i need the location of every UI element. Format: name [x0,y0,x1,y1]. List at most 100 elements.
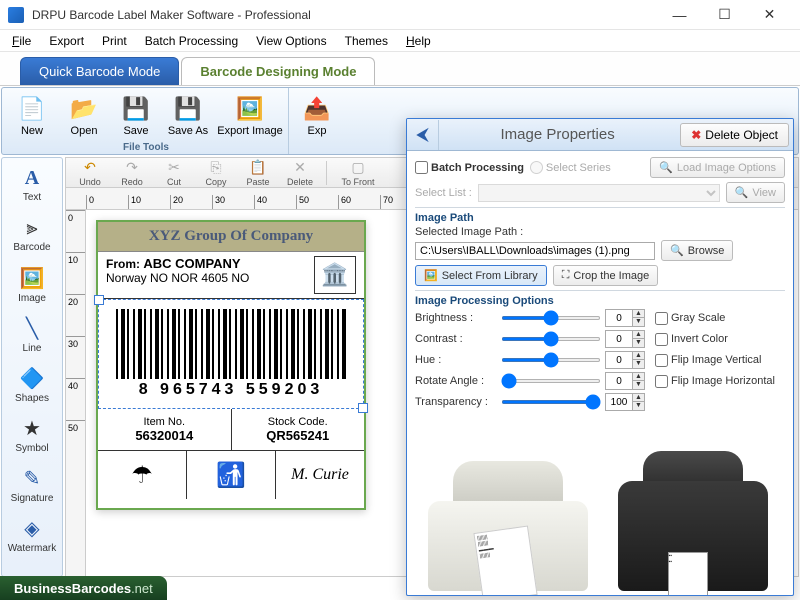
shapes-icon: 🔷 [20,366,45,391]
export-icon: 📤 [303,95,331,123]
transparency-label: Transparency : [415,396,497,408]
crop-image-button[interactable]: ⛶ Crop the Image [553,265,659,286]
line-icon: ╲ [26,316,38,341]
paste-icon: 📋 [249,159,266,176]
brand-footer: BusinessBarcodes.net [0,576,167,600]
export-button[interactable]: 📤Exp [291,91,343,151]
hue-slider[interactable] [501,358,601,362]
view-button: 🔍View [726,182,785,203]
tool-text[interactable]: AText [3,160,61,210]
menu-themes[interactable]: Themes [337,32,396,50]
hue-label: Hue : [415,354,497,366]
copy-button[interactable]: ⎘Copy [196,159,236,187]
tool-image[interactable]: 🖼️Image [3,260,61,310]
menu-batch[interactable]: Batch Processing [137,32,246,50]
tool-signature[interactable]: ✎Signature [3,460,61,510]
transparency-slider[interactable] [501,400,601,404]
label-preview[interactable]: XYZ Group Of Company From: ABC COMPANY N… [96,220,366,510]
from-company: ABC COMPANY [143,256,240,271]
printer-illustration: ||||||||||||||||▬▬▬|||||||| ▪▪▪▪ [415,431,785,591]
tool-barcode[interactable]: ⫸Barcode [3,210,61,260]
text-icon: A [25,167,39,190]
symbol-icon: ★ [23,416,41,441]
new-file-icon: 📄 [18,95,46,123]
brightness-slider[interactable] [501,316,601,320]
menu-bar: File Export Print Batch Processing View … [0,30,800,52]
maximize-button[interactable]: ☐ [702,1,747,29]
menu-view[interactable]: View Options [248,32,334,50]
flip-horizontal-checkbox[interactable]: Flip Image Horizontal [655,375,775,388]
brightness-label: Brightness : [415,312,497,324]
paste-button[interactable]: 📋Paste [238,159,278,187]
contrast-label: Contrast : [415,333,497,345]
delete-object-button[interactable]: ✖Delete Object [680,123,789,147]
save-icon: 💾 [122,95,150,123]
tool-symbol[interactable]: ★Symbol [3,410,61,460]
delete-button[interactable]: ✕Delete [280,159,320,187]
stock-code-cell: Stock Code.QR565241 [232,409,365,450]
from-address: Norway NO NOR 4605 NO [106,271,249,285]
undo-icon: ↶ [84,159,96,176]
select-from-library-button[interactable]: 🖼️ Select From Library [415,265,547,286]
house-icon: 🏛️ [314,256,356,294]
signature-icon: ✎ [24,466,41,491]
select-list-dropdown [478,184,720,202]
minimize-button[interactable]: — [657,1,702,29]
delete-icon: ✕ [294,159,306,176]
undo-button[interactable]: ↶Undo [70,159,110,187]
image-icon: 🖼️ [20,266,45,291]
load-image-options-button: 🔍 Load Image Options [650,157,785,178]
dispose-symbol: 🚮 [187,451,276,499]
rotate-slider[interactable] [501,379,601,383]
tool-line[interactable]: ╲Line [3,310,61,360]
menu-export[interactable]: Export [41,32,92,50]
contrast-spinner[interactable]: ▲▼ [605,330,645,348]
ruler-vertical: 01020304050 [66,210,86,576]
menu-file[interactable]: File [4,32,39,50]
barcode-bars [116,309,346,379]
tab-quick-barcode[interactable]: Quick Barcode Mode [20,57,179,85]
selected-path-label: Selected Image Path : [415,226,785,238]
processing-options-heading: Image Processing Options [415,295,785,307]
browse-button[interactable]: 🔍Browse [661,240,733,261]
image-path-heading: Image Path [415,212,785,224]
menu-help[interactable]: Help [398,32,439,50]
label-from-section: From: ABC COMPANY Norway NO NOR 4605 NO … [98,252,364,299]
redo-button[interactable]: ↷Redo [112,159,152,187]
tool-watermark[interactable]: ◈Watermark [3,510,61,560]
menu-print[interactable]: Print [94,32,135,50]
umbrella-symbol: ☂ [98,451,187,499]
cut-icon: ✂ [168,159,180,176]
contrast-slider[interactable] [501,337,601,341]
titlebar: DRPU Barcode Label Maker Software - Prof… [0,0,800,30]
transparency-spinner[interactable]: ▲▼ [605,393,645,411]
barcode-number: 8 965743 559203 [139,381,324,399]
flip-vertical-checkbox[interactable]: Flip Image Vertical [655,354,761,367]
save-as-icon: 💾 [174,95,202,123]
image-path-input[interactable] [415,242,655,260]
brightness-spinner[interactable]: ▲▼ [605,309,645,327]
label-header: XYZ Group Of Company [98,222,364,252]
redo-icon: ↷ [126,159,138,176]
signature-text: M. Curie [276,451,364,499]
mode-tabs: Quick Barcode Mode Barcode Designing Mod… [0,52,800,86]
tab-barcode-designing[interactable]: Barcode Designing Mode [181,57,375,85]
batch-processing-checkbox[interactable]: Batch Processing [415,161,524,174]
grayscale-checkbox[interactable]: Gray Scale [655,312,725,325]
to-front-button[interactable]: ▢To Front [333,159,383,187]
panel-title: Image Properties [439,126,676,143]
close-button[interactable]: ✕ [747,1,792,29]
panel-back-button[interactable]: ⮜ [407,120,439,150]
rotate-label: Rotate Angle : [415,375,497,387]
copy-icon: ⎘ [210,159,221,176]
delete-x-icon: ✖ [691,128,701,142]
rotate-spinner[interactable]: ▲▼ [605,372,645,390]
cut-button[interactable]: ✂Cut [154,159,194,187]
barcode-icon: ⫸ [26,217,37,240]
tool-shapes[interactable]: 🔷Shapes [3,360,61,410]
invert-color-checkbox[interactable]: Invert Color [655,333,728,346]
select-series-radio: Select Series [530,161,611,174]
printer-black: ▪▪▪▪ [608,441,778,591]
barcode-object[interactable]: 8 965743 559203 [98,299,364,409]
hue-spinner[interactable]: ▲▼ [605,351,645,369]
